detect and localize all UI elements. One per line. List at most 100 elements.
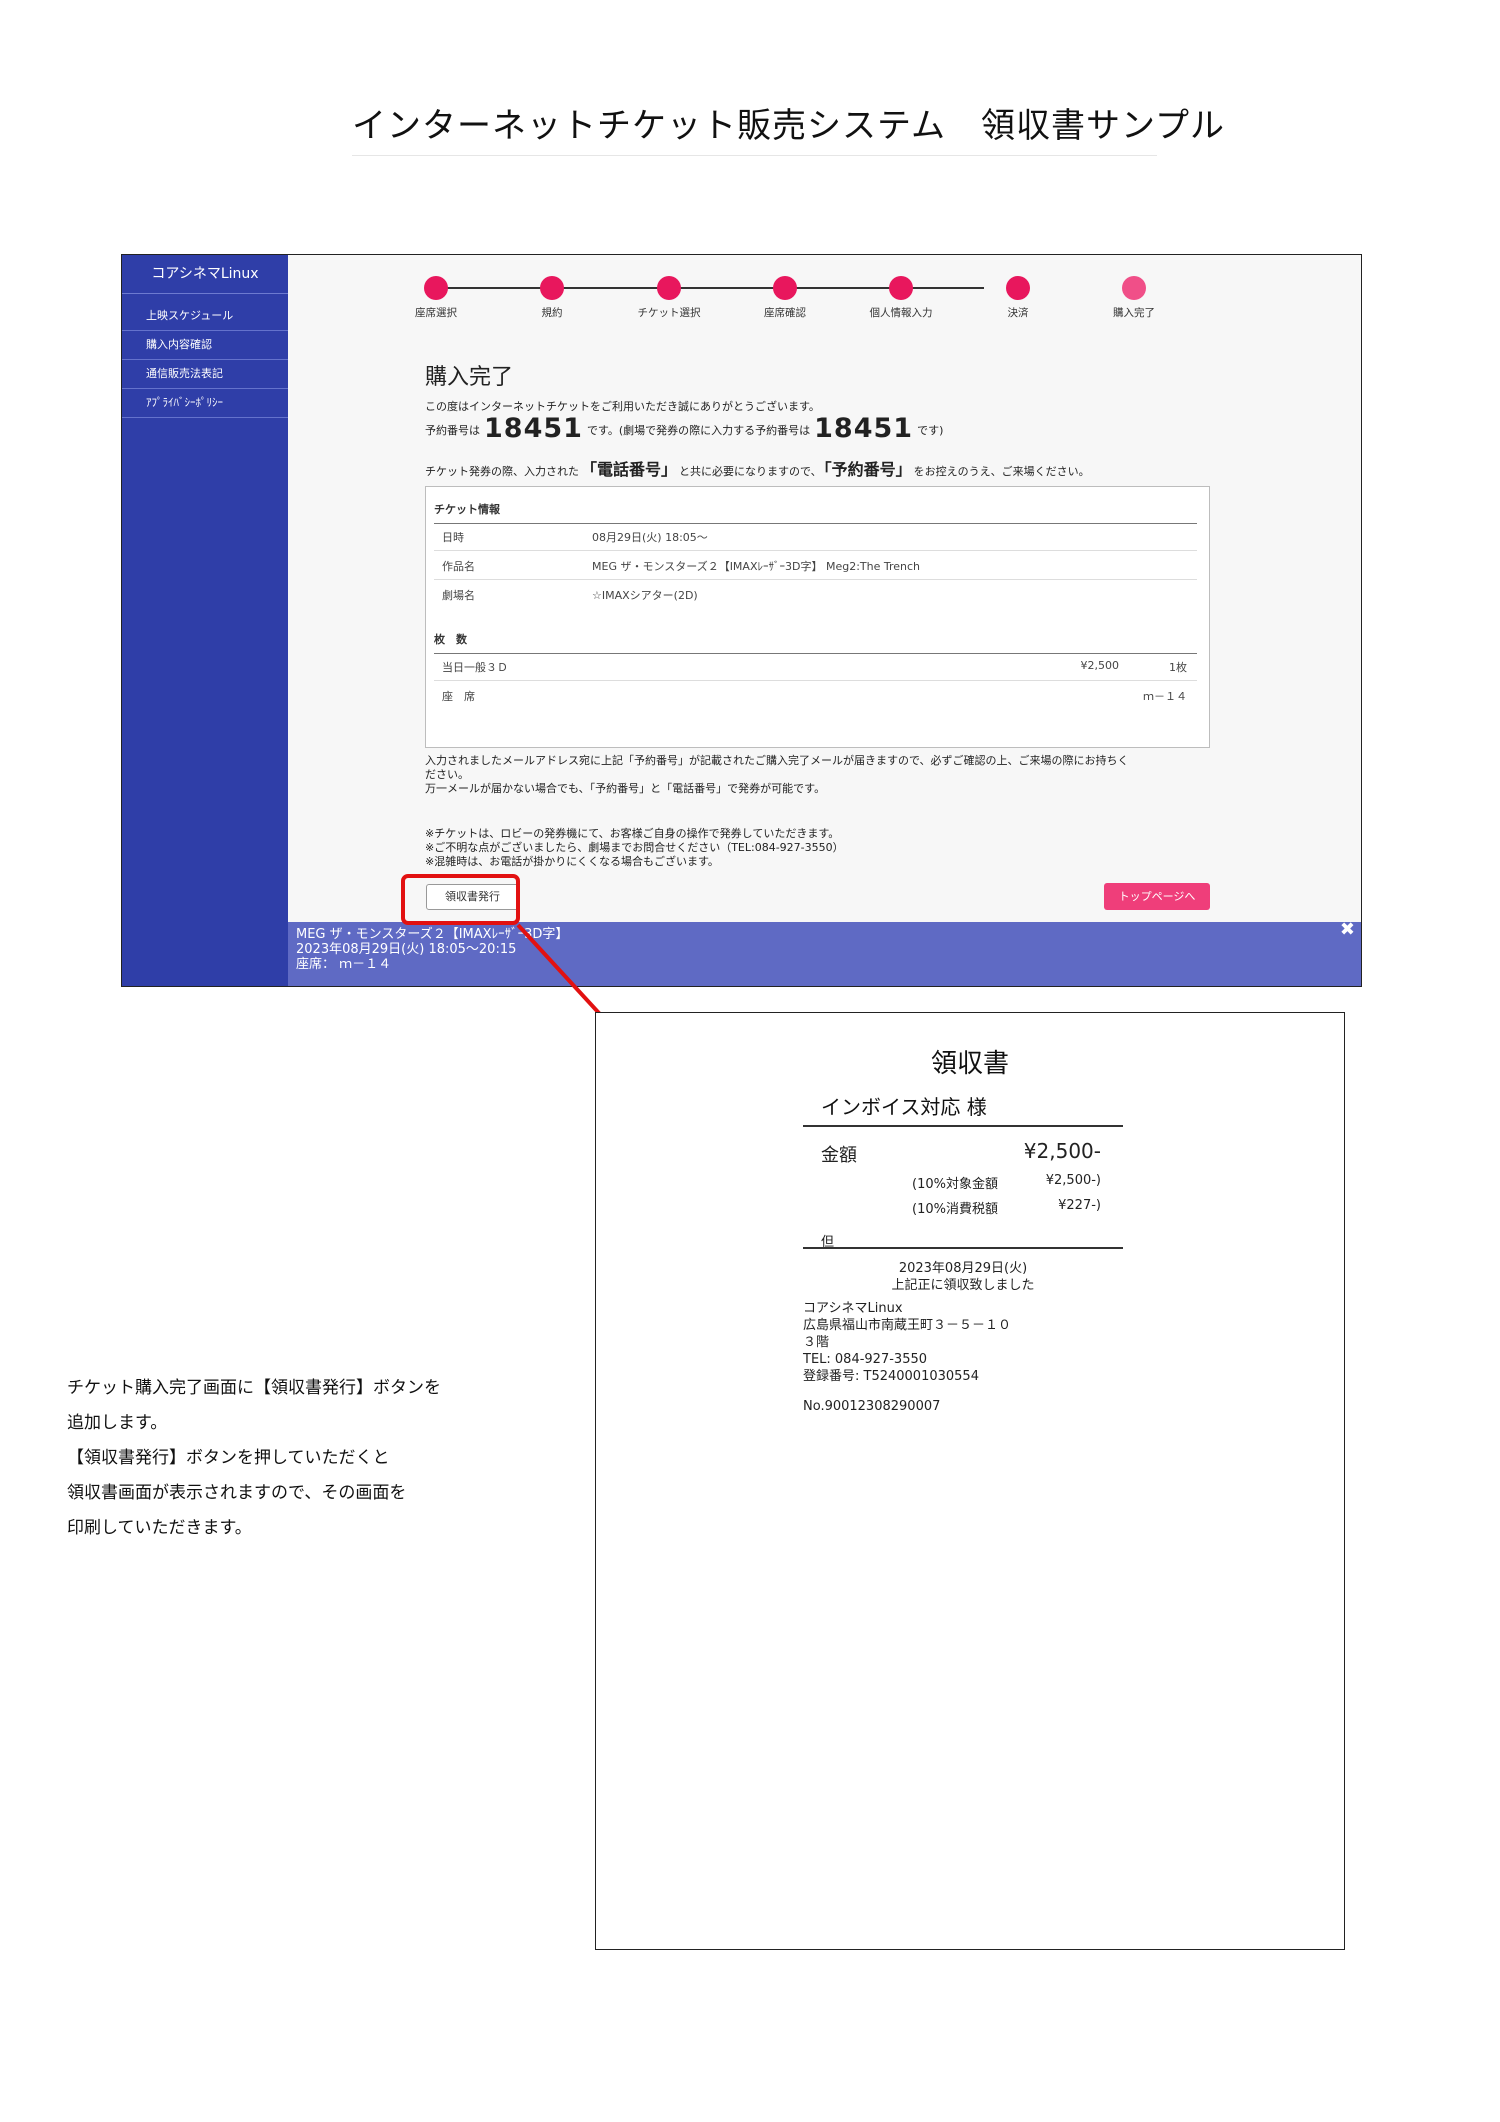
receipt-sample: 領収書 インボイス対応 様 金額 ¥2,500- (10%対象金額 ¥2,500… bbox=[595, 1012, 1345, 1950]
step-dot-icon bbox=[424, 276, 448, 300]
info-row-title: 作品名 MEG ザ・モンスターズ２【IMAXﾚｰｻﾞｰ3D字】 Meg2:The … bbox=[434, 550, 1197, 580]
res-suffix: です) bbox=[917, 424, 944, 437]
step-seat-confirm: 座席確認 bbox=[725, 276, 845, 320]
receipt-number: No.90012308290007 bbox=[803, 1399, 941, 1414]
row-value: ☆IMAXシアター(2D) bbox=[592, 589, 698, 602]
step-dot-icon bbox=[540, 276, 564, 300]
step-label: 決済 bbox=[1007, 307, 1029, 319]
footer-movie: MEG ザ・モンスターズ２【IMAXﾚｰｻﾞｰ3D字】 bbox=[296, 927, 569, 942]
footer-seat: 座席： ｍ－１４ bbox=[296, 957, 392, 972]
issuer-line: 広島県福山市南蔵王町３－５－１０ bbox=[803, 1318, 1012, 1333]
addressee-rule bbox=[803, 1125, 1123, 1127]
ticket-type-row: 当日一般３Ｄ ¥2,500 1枚 bbox=[434, 651, 1197, 681]
amount-value: ¥2,500- bbox=[1023, 1139, 1101, 1163]
amount-label: 金額 bbox=[821, 1145, 857, 1166]
main-content: 座席選択 規約 チケット選択 座席確認 個人情報入力 決済 購入完了 購入完了 … bbox=[288, 255, 1361, 922]
step-payment: 決済 bbox=[958, 276, 1078, 320]
step-terms: 規約 bbox=[492, 276, 612, 320]
caution-line: ※混雑時は、お電話が掛かりにくくなる場合もございます。 bbox=[425, 855, 719, 868]
thanks-text: この度はインターネットチケットをご利用いただき誠にありがとうございます。 bbox=[425, 400, 820, 413]
step-dot-icon bbox=[773, 276, 797, 300]
notice-b: と共に必要になりますので、 bbox=[679, 465, 822, 478]
step-ticket-select: チケット選択 bbox=[609, 276, 729, 320]
caution-notes: ※チケットは、ロビーの発券機にて、お客様ご自身の操作で発券していただきます。 ※… bbox=[425, 827, 844, 869]
tax-value: ¥227-) bbox=[1058, 1198, 1101, 1213]
sidebar-item-schedule[interactable]: 上映スケジュール bbox=[122, 302, 288, 331]
row-value: MEG ザ・モンスターズ２【IMAXﾚｰｻﾞｰ3D字】 Meg2:The Tre… bbox=[592, 560, 920, 573]
sidebar-item-privacy-policy[interactable]: ｱﾌﾟﾗｲﾊﾞｼｰﾎﾟﾘｼｰ bbox=[122, 389, 288, 418]
issuer-line: TEL: 084-927-3550 bbox=[803, 1352, 928, 1367]
issuer-line: コアシネマLinux bbox=[803, 1301, 903, 1316]
taxable-label: (10%対象金額 bbox=[912, 1177, 998, 1192]
notice-line: チケット発券の際、入力された 「電話番号」 と共に必要になりますので、 「予約番号」を… bbox=[425, 456, 1090, 480]
reservation-line: 予約番号は 18451 です。(劇場で発券の際に入力する予約番号は 18451 です) bbox=[425, 413, 943, 444]
cinema-brand[interactable]: コアシネマLinux bbox=[122, 255, 288, 294]
row-value: 08月29日(火) 18:05〜 bbox=[592, 531, 708, 544]
ticket-type: 当日一般３Ｄ bbox=[442, 661, 508, 674]
mail-notice-line: 万一メールが届かない場合でも、「予約番号」と「電話番号」で発券が可能です。 bbox=[425, 782, 826, 795]
seat-value: ｍ－１４ bbox=[1143, 690, 1187, 703]
page-title: 購入完了 bbox=[425, 365, 514, 390]
notice-c: をお控えのうえ、ご来場ください。 bbox=[913, 465, 1090, 478]
step-label: 個人情報入力 bbox=[869, 307, 933, 319]
received-statement: 上記正に領収致しました bbox=[891, 1278, 1035, 1293]
seat-label: 座 席 bbox=[442, 690, 475, 703]
step-label: 座席選択 bbox=[415, 307, 457, 319]
caution-line: ※ご不明な点がございましたら、劇場までお問合せください（TEL:084-927-… bbox=[425, 841, 844, 854]
notice-phone-keyword: 「電話番号」 bbox=[581, 460, 678, 479]
seat-row: 座 席 ｍ－１４ bbox=[434, 680, 1197, 709]
notice-reservation-keyword: 「予約番号」 bbox=[823, 460, 912, 479]
purchase-complete-screenshot: コアシネマLinux 上映スケジュール 購入内容確認 通信販売法表記 ｱﾌﾟﾗｲ… bbox=[121, 254, 1362, 987]
step-seat-select: 座席選択 bbox=[376, 276, 496, 320]
issuer-block: コアシネマLinux 広島県福山市南蔵王町３－５－１０ ３階 TEL: 084-… bbox=[803, 1300, 1011, 1385]
note-line: チケット購入完了画面に【領収書発行】ボタンを bbox=[67, 1378, 441, 1398]
row-label: 作品名 bbox=[442, 560, 475, 573]
caution-line: ※チケットは、ロビーの発券機にて、お客様ご自身の操作で発券していただきます。 bbox=[425, 827, 840, 840]
info-row-datetime: 日時 08月29日(火) 18:05〜 bbox=[434, 521, 1197, 551]
step-label: 購入完了 bbox=[1113, 307, 1155, 319]
step-complete: 購入完了 bbox=[1074, 276, 1194, 320]
note-line: 【領収書発行】ボタンを押していただくと bbox=[67, 1448, 390, 1468]
receipt-addressee: インボイス対応 様 bbox=[821, 1095, 987, 1119]
step-dot-icon bbox=[1122, 276, 1146, 300]
step-personal-info: 個人情報入力 bbox=[841, 276, 961, 320]
step-dot-icon bbox=[889, 276, 913, 300]
reservation-number-2: 18451 bbox=[814, 413, 914, 444]
note-line: 領収書画面が表示されますので、その画面を bbox=[67, 1483, 407, 1503]
sidebar-item-purchase-check[interactable]: 購入内容確認 bbox=[122, 331, 288, 360]
issuer-line: 登録番号: T5240001030554 bbox=[803, 1369, 979, 1384]
ticket-qty: 1枚 bbox=[1169, 661, 1187, 674]
mail-notice-line: ださい。 bbox=[425, 768, 469, 781]
ticket-price: ¥2,500 bbox=[1080, 659, 1120, 672]
step-label: 座席確認 bbox=[764, 307, 806, 319]
close-icon[interactable]: ✖ bbox=[1340, 921, 1355, 939]
mail-notice: 入力されましたメールアドレス宛に上記「予約番号」が記載されたご購入完了メールが届… bbox=[425, 754, 1129, 796]
info-row-theater: 劇場名 ☆IMAXシアター(2D) bbox=[434, 579, 1197, 608]
sidebar: コアシネマLinux 上映スケジュール 購入内容確認 通信販売法表記 ｱﾌﾟﾗｲ… bbox=[122, 255, 288, 986]
step-dot-icon bbox=[657, 276, 681, 300]
note-line: 印刷していただきます。 bbox=[67, 1518, 252, 1538]
step-dot-icon bbox=[1006, 276, 1030, 300]
footer-datetime: 2023年08月29日(火) 18:05〜20:15 bbox=[296, 942, 517, 957]
taxable-value: ¥2,500-) bbox=[1045, 1173, 1101, 1188]
step-label: 規約 bbox=[541, 307, 563, 319]
document-title: インターネットチケット販売システム 領収書サンプル bbox=[352, 98, 1224, 156]
receipt-button-highlight bbox=[401, 874, 520, 925]
res-prefix: 予約番号は bbox=[425, 424, 480, 437]
tax-label: (10%消費税額 bbox=[912, 1202, 998, 1217]
reservation-number: 18451 bbox=[484, 413, 583, 444]
progress-steps: 座席選択 規約 チケット選択 座席確認 個人情報入力 決済 購入完了 bbox=[408, 276, 1155, 326]
explanation-note: チケット購入完了画面に【領収書発行】ボタンを 追加します。 【領収書発行】ボタン… bbox=[67, 1371, 441, 1546]
receipt-title: 領収書 bbox=[930, 1049, 1009, 1079]
sidebar-item-commerce-law[interactable]: 通信販売法表記 bbox=[122, 360, 288, 389]
notice-a: チケット発券の際、入力された bbox=[425, 465, 579, 478]
step-label: チケット選択 bbox=[637, 307, 701, 319]
row-label: 劇場名 bbox=[442, 589, 475, 602]
ticket-info-box: チケット情報 日時 08月29日(火) 18:05〜 作品名 MEG ザ・モンスター… bbox=[425, 486, 1210, 748]
proviso-rule bbox=[803, 1247, 1123, 1249]
booking-summary-bar: MEG ザ・モンスターズ２【IMAXﾚｰｻﾞｰ3D字】 2023年08月29日(… bbox=[288, 921, 1361, 986]
res-mid: です。(劇場で発券の際に入力する予約番号は bbox=[586, 424, 811, 437]
top-page-button[interactable]: トップページへ bbox=[1104, 883, 1210, 910]
mail-notice-line: 入力されましたメールアドレス宛に上記「予約番号」が記載されたご購入完了メールが届… bbox=[425, 754, 1129, 767]
note-line: 追加します。 bbox=[67, 1413, 168, 1433]
